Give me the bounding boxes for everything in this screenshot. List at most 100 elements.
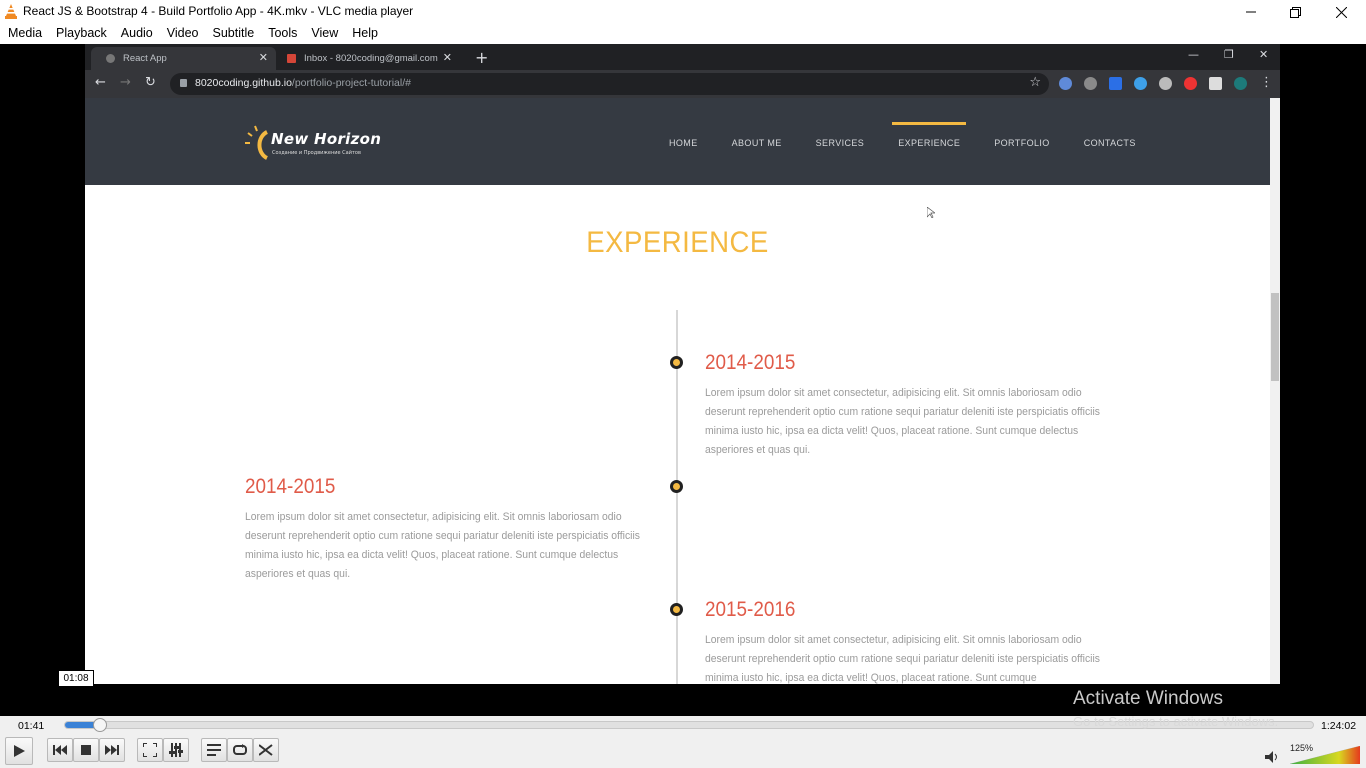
kebab-menu-icon: ⋮ xyxy=(1260,75,1273,90)
shuffle-button[interactable] xyxy=(253,738,279,762)
extension-icon xyxy=(1109,77,1122,90)
seek-handle[interactable] xyxy=(93,718,107,732)
bookmark-star-icon: ☆ xyxy=(1029,75,1041,90)
menu-help[interactable]: Help xyxy=(344,24,378,44)
extension-icon xyxy=(1059,77,1072,90)
play-button[interactable] xyxy=(5,737,33,765)
tab-react-app: React App ✕ xyxy=(91,47,276,70)
total-time: 1:24:02 xyxy=(1321,720,1357,732)
tab-label: React App xyxy=(123,53,167,64)
extension-icon xyxy=(1159,77,1172,90)
scroll-thumb xyxy=(1271,293,1279,381)
timeline-dot xyxy=(670,356,683,369)
browser-minimize-icon: — xyxy=(1188,48,1199,61)
tab-strip: React App ✕ Inbox - 8020coding@gmail.com… xyxy=(85,44,1280,70)
vlc-cone-icon xyxy=(5,4,17,19)
entry-year: 2015-2016 xyxy=(705,598,796,621)
site-nav-links: HOME ABOUT ME SERVICES EXPERIENCE PORTFO… xyxy=(669,122,1170,148)
new-tab-icon: + xyxy=(475,48,489,67)
stop-button[interactable] xyxy=(73,738,99,762)
stop-icon xyxy=(81,745,91,755)
timeline-dot xyxy=(670,603,683,616)
site-logo: New Horizon Создание и Продвижение Сайто… xyxy=(245,122,385,162)
nav-contacts: CONTACTS xyxy=(1083,138,1136,148)
menu-bar: Media Playback Audio Video Subtitle Tool… xyxy=(0,24,1366,44)
menu-video[interactable]: Video xyxy=(159,24,199,44)
globe-icon xyxy=(106,54,115,63)
nav-experience: EXPERIENCE xyxy=(892,122,967,148)
next-icon xyxy=(105,745,119,755)
title-bar: React JS & Bootstrap 4 - Build Portfolio… xyxy=(0,0,1366,24)
timeline-dot xyxy=(670,480,683,493)
browser-toolbar: ← → ↻ 8020coding.github.io/portfolio-pro… xyxy=(85,70,1280,98)
maximize-button[interactable] xyxy=(1272,0,1318,24)
seek-hover-time: 01:08 xyxy=(58,670,94,687)
previous-button[interactable] xyxy=(47,738,73,762)
maximize-icon xyxy=(1289,6,1301,18)
video-area[interactable]: React App ✕ Inbox - 8020coding@gmail.com… xyxy=(0,44,1366,716)
speaker-icon[interactable] xyxy=(1265,751,1279,763)
close-icon xyxy=(1335,6,1347,18)
next-button[interactable] xyxy=(99,738,125,762)
timeline-entry: 2015-2016 Lorem ipsum dolor sit amet con… xyxy=(705,598,1105,684)
menu-view[interactable]: View xyxy=(303,24,338,44)
prev-icon xyxy=(53,745,67,755)
page-scrollbar xyxy=(1270,98,1280,684)
forward-icon: → xyxy=(120,75,131,90)
loop-button[interactable] xyxy=(227,738,253,762)
timeline-entry: 2014-2015 Lorem ipsum dolor sit amet con… xyxy=(245,475,645,584)
web-page: New Horizon Создание и Продвижение Сайто… xyxy=(85,98,1270,684)
extension-icon xyxy=(1184,77,1197,90)
tab-close-icon: ✕ xyxy=(442,52,452,64)
fullscreen-button[interactable] xyxy=(137,738,163,762)
close-button[interactable] xyxy=(1318,0,1364,24)
nav-portfolio: PORTFOLIO xyxy=(994,138,1050,148)
playlist-icon xyxy=(207,744,221,756)
entry-text: Lorem ipsum dolor sit amet consectetur, … xyxy=(705,387,1100,456)
vlc-window: React JS & Bootstrap 4 - Build Portfolio… xyxy=(0,0,1366,768)
url-host: 8020coding.github.io xyxy=(195,77,292,89)
minimize-button[interactable] xyxy=(1228,0,1274,24)
menu-subtitle[interactable]: Subtitle xyxy=(205,24,255,44)
activation-watermark-subtitle: Go to Settings to activate Windows. xyxy=(1073,714,1279,729)
browser-close-icon: ✕ xyxy=(1259,48,1269,61)
volume-slider[interactable] xyxy=(1290,746,1360,764)
fullscreen-icon xyxy=(143,743,157,757)
activation-watermark-title: Activate Windows xyxy=(1073,688,1223,709)
gmail-icon xyxy=(287,54,296,63)
lock-icon xyxy=(180,79,187,87)
puzzle-icon xyxy=(1209,77,1222,90)
reload-icon: ↻ xyxy=(145,75,156,90)
menu-audio[interactable]: Audio xyxy=(113,24,153,44)
url-path: /portfolio-project-tutorial/# xyxy=(291,77,411,89)
section-title: EXPERIENCE xyxy=(586,226,769,259)
menu-playback[interactable]: Playback xyxy=(48,24,107,44)
mouse-cursor-icon xyxy=(927,207,935,218)
sunrise-logo-icon xyxy=(245,125,269,160)
url-text: 8020coding.github.io/portfolio-project-t… xyxy=(195,77,411,89)
menu-media[interactable]: Media xyxy=(0,24,42,44)
extended-settings-icon xyxy=(169,743,183,757)
nav-about-me: ABOUT ME xyxy=(731,138,782,148)
menu-tools[interactable]: Tools xyxy=(260,24,297,44)
tab-inbox: Inbox - 8020coding@gmail.com ✕ xyxy=(275,47,460,70)
current-time: 01:41 xyxy=(18,720,45,732)
site-navbar: New Horizon Создание и Продвижение Сайто… xyxy=(85,98,1270,185)
timeline-entry: 2014-2015 Lorem ipsum dolor sit amet con… xyxy=(705,351,1105,460)
loop-icon xyxy=(233,744,247,755)
tab-close-icon: ✕ xyxy=(258,52,268,64)
minimize-icon xyxy=(1246,11,1256,13)
browser-restore-icon: ❐ xyxy=(1224,48,1234,61)
entry-text: Lorem ipsum dolor sit amet consectetur, … xyxy=(245,511,640,580)
profile-avatar-icon xyxy=(1234,77,1247,90)
play-icon xyxy=(14,745,25,757)
entry-year: 2014-2015 xyxy=(705,351,796,374)
address-bar: 8020coding.github.io/portfolio-project-t… xyxy=(170,73,1049,95)
extended-settings-button[interactable] xyxy=(163,738,189,762)
nav-home: HOME xyxy=(669,138,698,148)
entry-text: Lorem ipsum dolor sit amet consectetur, … xyxy=(705,634,1100,684)
extension-icon xyxy=(1084,77,1097,90)
logo-subtitle: Создание и Продвижение Сайтов xyxy=(272,150,361,156)
window-title: React JS & Bootstrap 4 - Build Portfolio… xyxy=(23,4,414,18)
playlist-button[interactable] xyxy=(201,738,227,762)
